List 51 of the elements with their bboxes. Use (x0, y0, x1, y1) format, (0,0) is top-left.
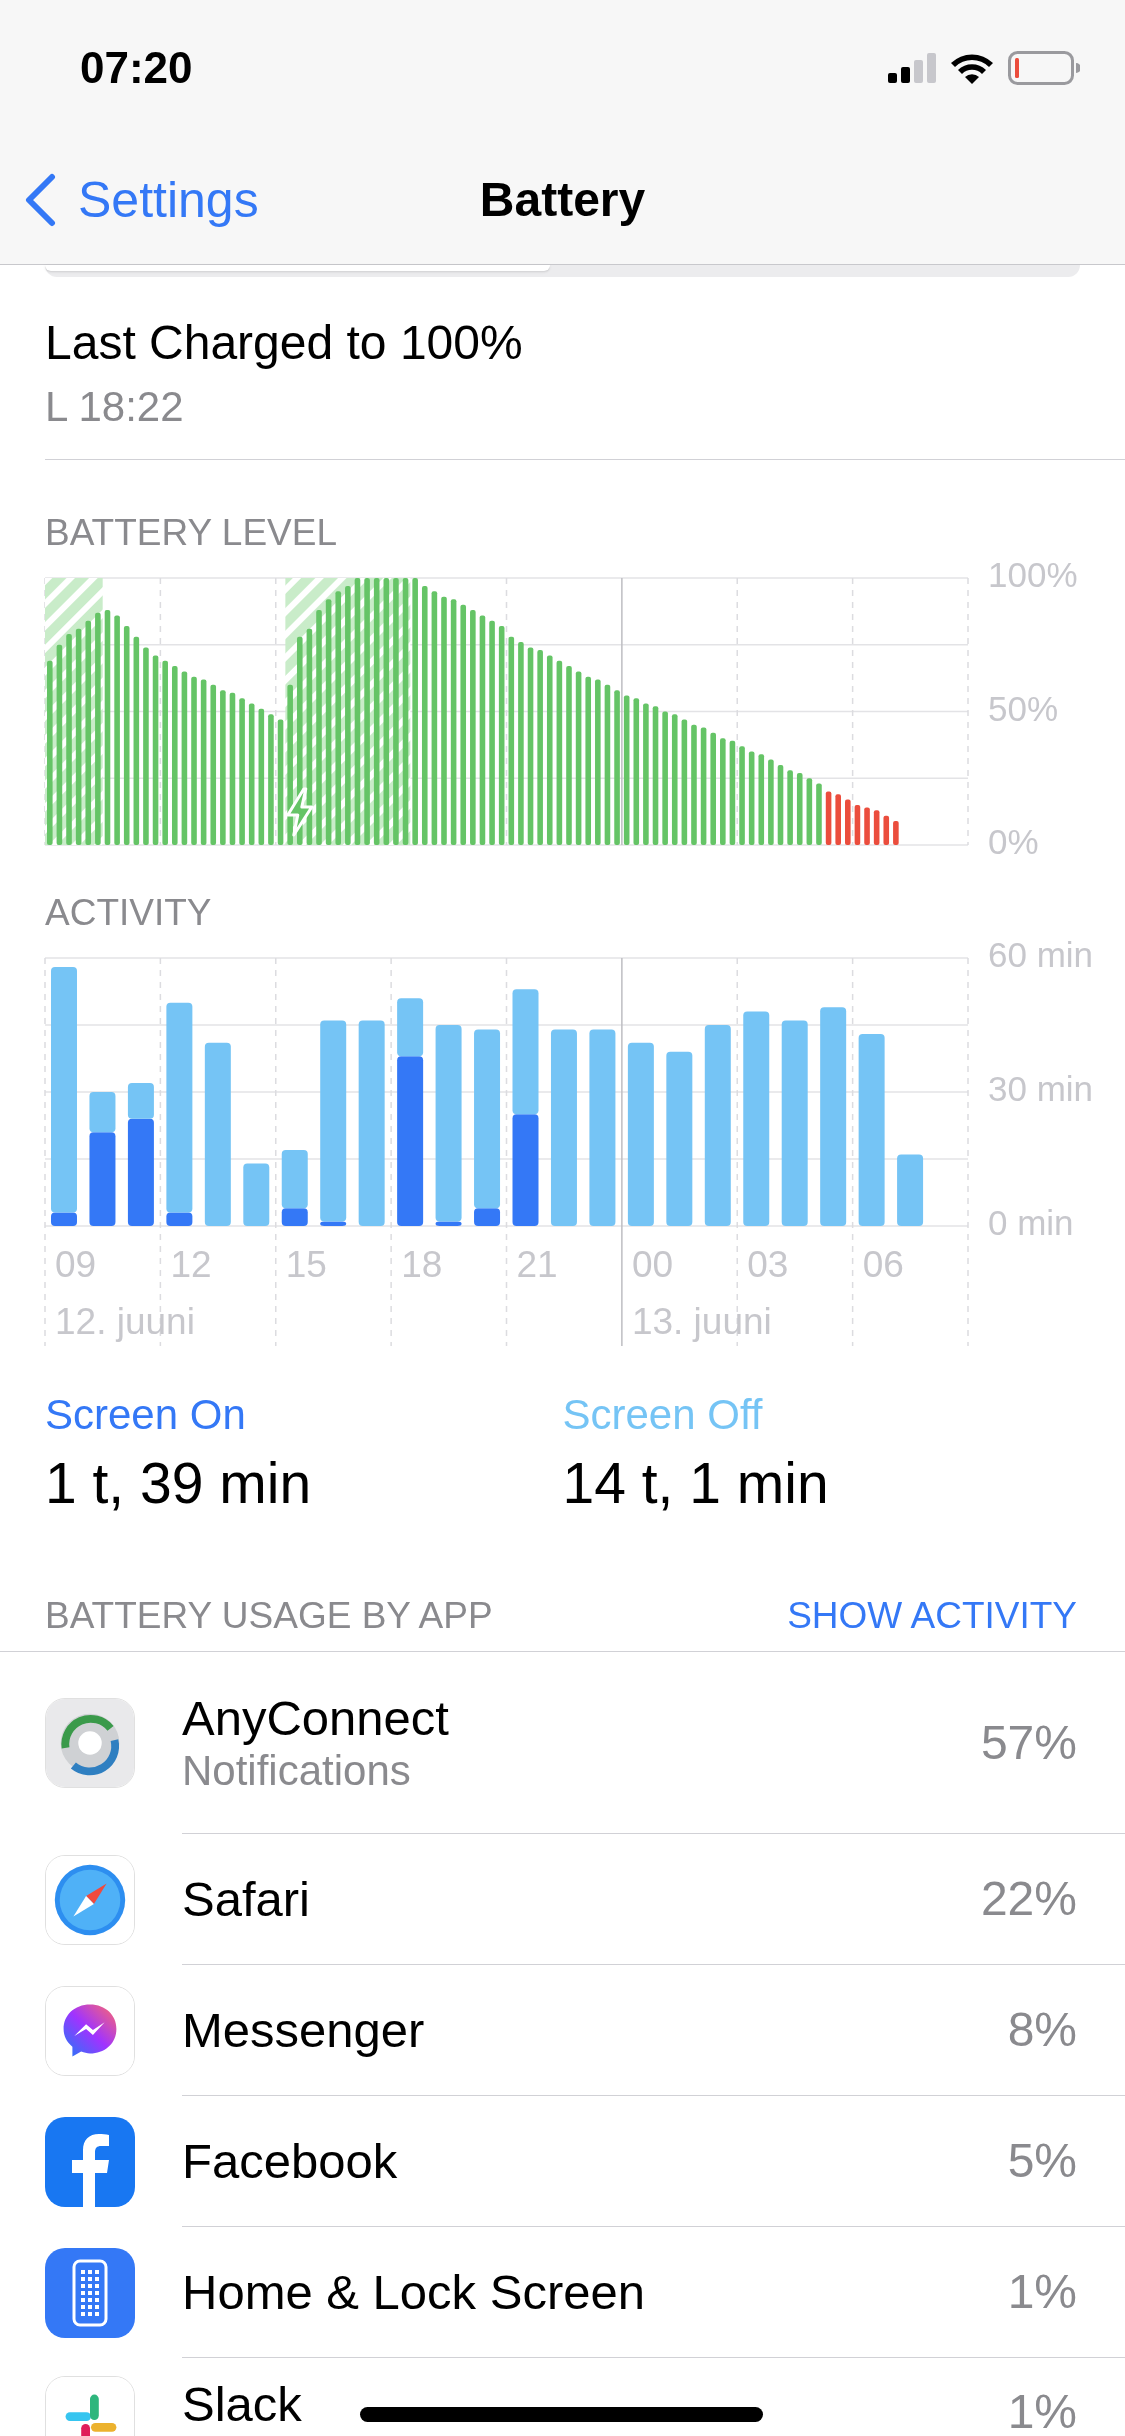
x-axis-label: 09 (55, 1244, 97, 1285)
app-percent: 1% (1007, 2384, 1077, 2436)
x-axis-label: 15 (285, 1244, 327, 1285)
back-button[interactable]: Settings (0, 162, 259, 238)
x-axis-label: 03 (747, 1244, 789, 1285)
compass-icon (45, 1854, 135, 1945)
y-axis-label: 0 min (988, 1203, 1074, 1243)
last-charged-time: L 18:22 (45, 383, 185, 431)
phone-icon (45, 2247, 135, 2338)
app-detail: Notifications (182, 1745, 412, 1796)
show-activity-link[interactable]: SHOW ACTIVITY (787, 1595, 1080, 1637)
lightning-icon (286, 787, 314, 837)
app-percent: 5% (1007, 2133, 1077, 2189)
x-axis-label: 12 (170, 1244, 212, 1285)
page-title: Battery (479, 172, 646, 228)
legend-label: Screen Off (562, 1391, 763, 1439)
x-axis-label: 06 (862, 1244, 904, 1285)
y-axis-label: 60 min (988, 935, 1094, 975)
app-name: Home & Lock Screen (182, 2264, 645, 2320)
screen-time-value: 1 t, 39 min (45, 1451, 312, 1515)
app-percent: 57% (980, 1714, 1077, 1771)
y-axis-label: 50% (988, 688, 1059, 728)
date-label: 13. juuni (631, 1301, 772, 1342)
signal-icon (888, 53, 936, 83)
section-title: BATTERY LEVEL (44, 512, 339, 554)
legend-label: Screen On (45, 1391, 246, 1439)
y-axis-label: 0% (988, 822, 1039, 856)
y-axis-label: 100% (988, 555, 1078, 595)
screen-time-value: 14 t, 1 min (562, 1451, 829, 1515)
x-axis-label: 18 (401, 1244, 443, 1285)
chat-bubble-icon (45, 1985, 135, 2076)
app-name: Facebook (182, 2133, 398, 2189)
app-icon (45, 1698, 135, 1788)
app-percent: 22% (980, 1871, 1077, 1927)
date-label: 12. juuni (55, 1301, 195, 1342)
y-axis-label: 30 min (988, 1069, 1094, 1109)
wifi-icon (950, 52, 994, 84)
section-title: ACTIVITY (44, 892, 213, 934)
logo-icon (45, 2116, 135, 2207)
app-percent: 1% (1007, 2264, 1077, 2320)
section-title: BATTERY USAGE BY APP (45, 1595, 493, 1637)
app-name: Safari (182, 1871, 310, 1927)
app-name: Messenger (182, 2002, 425, 2058)
x-axis-label: 21 (516, 1244, 558, 1285)
status-time: 07:20 (79, 42, 193, 94)
app-name: AnyConnect (182, 1689, 449, 1746)
app-percent: 8% (1007, 2002, 1077, 2058)
app-name: Slack (182, 2376, 302, 2432)
last-charged-title: Last Charged to 100% (45, 315, 524, 371)
battery-icon (1008, 51, 1080, 85)
x-axis-label: 00 (631, 1244, 674, 1285)
